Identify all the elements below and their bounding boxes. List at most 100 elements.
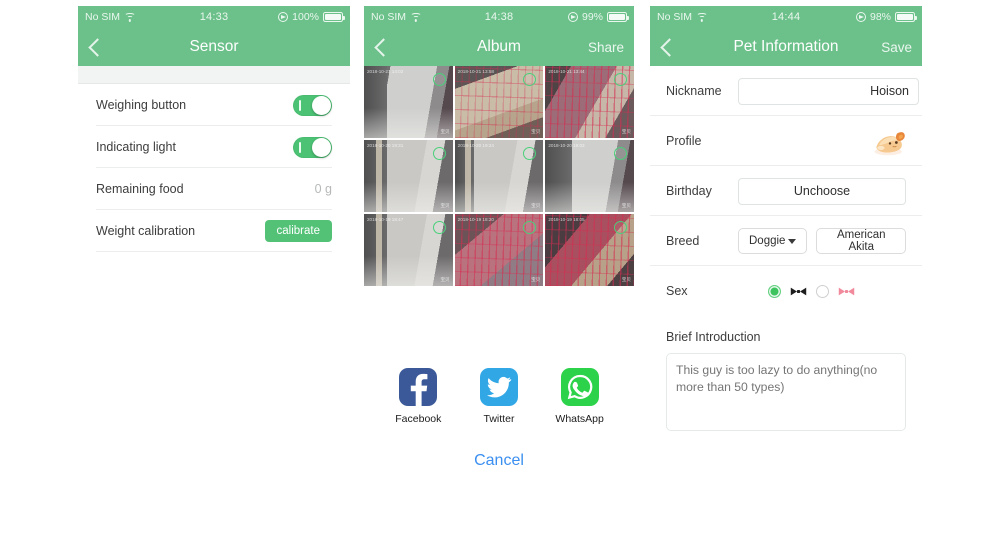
thumbnail-timestamp: 2018-10-19 18:05 — [548, 217, 585, 222]
breed-value-button[interactable]: American Akita — [816, 228, 906, 254]
thumbnail-tag: 宝贝 — [621, 129, 631, 134]
album-thumbnail[interactable]: 2018-10-19 18:47 宝贝 — [364, 214, 453, 286]
album-thumbnail[interactable]: 2018-10-19 18:05 宝贝 — [545, 214, 634, 286]
sex-options — [768, 284, 855, 298]
share-button[interactable]: Share — [588, 40, 624, 55]
row-label: Weighing button — [96, 98, 187, 112]
settings-row-weighing-button[interactable]: Weighing button — [78, 84, 350, 126]
row-label: Remaining food — [96, 182, 184, 196]
thumbnail-tag: 宝贝 — [531, 129, 541, 134]
female-bowtie-icon — [838, 287, 855, 295]
brief-introduction-textarea[interactable] — [666, 353, 906, 431]
sex-radio-female[interactable] — [816, 284, 829, 298]
thumbnail-tag: 宝贝 — [440, 129, 450, 134]
status-left: No SIM — [657, 11, 708, 23]
thumbnail-timestamp: 2018-10-21 13:58 — [457, 69, 494, 74]
birthday-label: Birthday — [666, 184, 712, 198]
status-left: No SIM — [371, 11, 422, 23]
pet-type-dropdown[interactable]: Doggie — [738, 228, 808, 254]
thumbnail-timestamp: 2018-10-20 19:31 — [367, 143, 404, 148]
breed-control: Doggie American Akita — [738, 228, 906, 254]
nickname-input[interactable] — [738, 77, 919, 105]
row-separator — [650, 315, 922, 316]
thumbnail-select-circle[interactable] — [613, 221, 627, 234]
form-row-nickname: Nickname — [650, 66, 922, 116]
thumbnail-timestamp: 2018-10-19 18:20 — [457, 217, 494, 222]
facebook-icon — [399, 368, 438, 406]
battery-percent-label: 98% — [869, 11, 891, 23]
row-control — [293, 94, 332, 116]
album-thumbnail[interactable]: 2018-10-20 19:03 宝贝 — [545, 140, 634, 212]
list-top-band — [78, 66, 350, 84]
row-control: calibrate — [264, 220, 332, 242]
row-separator — [96, 251, 332, 252]
thumbnail-tag: 宝贝 — [531, 203, 541, 208]
indicating-light-toggle[interactable] — [293, 136, 332, 158]
thumbnail-select-circle[interactable] — [432, 221, 446, 234]
thumbnail-timestamp: 2018-10-21 14:02 — [367, 69, 404, 74]
settings-row-weight-calibration: Weight calibration calibrate — [78, 210, 350, 252]
form-row-sex: Sex — [650, 266, 922, 316]
sex-radio-male[interactable] — [768, 284, 781, 298]
thumbnail-timestamp: 2018-10-21 13:44 — [548, 69, 585, 74]
cancel-button[interactable]: Cancel — [372, 442, 626, 480]
phone-panel-sensor: No SIM 14:33 100% Sensor Weighing button… — [78, 6, 350, 278]
thumbnail-tag: 宝贝 — [440, 277, 450, 282]
location-arrow-icon — [567, 12, 578, 22]
share-option-label: Twitter — [483, 413, 515, 425]
calibrate-button[interactable]: calibrate — [264, 220, 332, 242]
page-title: Sensor — [189, 38, 239, 55]
settings-row-remaining-food: Remaining food 0 g — [78, 168, 350, 210]
phone-panel-pet-information: No SIM 14:44 98% Pet Information Save Ni… — [650, 6, 922, 481]
form-row-profile[interactable]: Profile — [650, 116, 922, 166]
row-label: Weight calibration — [96, 224, 196, 238]
settings-row-indicating-light[interactable]: Indicating light — [78, 126, 350, 168]
wifi-icon — [410, 12, 422, 22]
form-row-breed: Breed Doggie American Akita — [650, 216, 922, 266]
share-option-label: WhatsApp — [555, 413, 604, 425]
form-row-birthday: Birthday Unchoose — [650, 166, 922, 216]
thumbnail-select-circle[interactable] — [613, 73, 627, 86]
carrier-label: No SIM — [85, 11, 121, 23]
breed-label: Breed — [666, 234, 700, 248]
thumbnail-select-circle[interactable] — [523, 147, 537, 160]
status-bar: No SIM 14:33 100% — [78, 6, 350, 28]
status-right: 98% — [855, 11, 918, 23]
album-thumbnail[interactable]: 2018-10-19 18:20 宝贝 — [454, 214, 544, 286]
album-thumbnail[interactable]: 2018-10-21 13:44 宝贝 — [545, 66, 634, 138]
dog-avatar-icon[interactable] — [870, 126, 906, 156]
birthday-picker-button[interactable]: Unchoose — [738, 177, 906, 205]
share-option-twitter[interactable]: Twitter — [464, 368, 534, 425]
album-thumbnail[interactable]: 2018-10-21 14:02 宝贝 — [364, 66, 453, 138]
birthday-control: Unchoose — [738, 177, 906, 205]
phone-panel-album: No SIM 14:38 99% Album Share 2018-10-21 … — [364, 6, 634, 488]
nickname-label: Nickname — [666, 84, 722, 98]
nickname-control — [738, 77, 919, 105]
thumbnail-select-circle[interactable] — [432, 73, 446, 86]
battery-full-icon — [895, 12, 918, 22]
save-button[interactable]: Save — [881, 40, 912, 55]
share-option-facebook[interactable]: Facebook — [383, 368, 453, 425]
male-bowtie-icon — [790, 287, 807, 295]
battery-percent-label: 100% — [292, 11, 319, 23]
album-thumbnail[interactable]: 2018-10-20 19:24 宝贝 — [454, 140, 544, 212]
sex-label: Sex — [666, 284, 688, 298]
thumbnail-tag: 宝贝 — [531, 277, 541, 282]
status-right: 100% — [278, 11, 346, 23]
wifi-icon — [696, 12, 708, 22]
share-option-whatsapp[interactable]: WhatsApp — [545, 368, 615, 425]
album-thumbnail[interactable]: 2018-10-20 19:31 宝贝 — [364, 140, 453, 212]
nav-bar: Sensor — [78, 28, 350, 66]
thumbnail-select-circle[interactable] — [613, 147, 627, 160]
whatsapp-icon — [560, 368, 599, 406]
album-thumbnail[interactable]: 2018-10-21 13:58 宝贝 — [454, 66, 544, 138]
thumbnail-tag: 宝贝 — [440, 203, 450, 208]
brief-introduction-label: Brief Introduction — [666, 330, 761, 344]
share-options-row: Facebook Twitter WhatsApp — [378, 368, 620, 425]
thumbnail-tag: 宝贝 — [621, 277, 631, 282]
share-option-label: Facebook — [395, 413, 442, 425]
weighing-button-toggle[interactable] — [293, 94, 332, 116]
battery-full-icon — [607, 12, 630, 22]
thumbnail-select-circle[interactable] — [432, 147, 446, 160]
carrier-label: No SIM — [371, 11, 407, 23]
